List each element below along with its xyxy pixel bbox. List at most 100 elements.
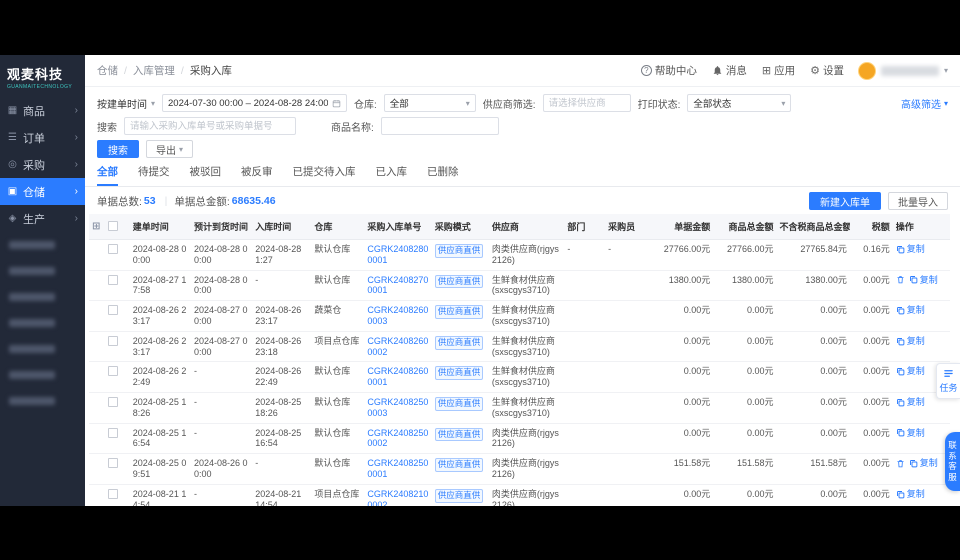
- batch-import-button[interactable]: 批量导入: [888, 192, 948, 210]
- row-checkbox[interactable]: [105, 423, 129, 454]
- cell-order-no[interactable]: CGRK24082500001: [364, 454, 431, 485]
- cell-department: [564, 484, 605, 506]
- task-widget[interactable]: 任务: [936, 363, 960, 399]
- copy-button[interactable]: 复制: [896, 305, 925, 316]
- search-button[interactable]: 搜索: [97, 140, 139, 158]
- sidebar-item-goods[interactable]: ▦商品›: [0, 97, 85, 124]
- row-checkbox[interactable]: [105, 392, 129, 423]
- delete-button[interactable]: [896, 459, 905, 468]
- time-type-select[interactable]: 按建单时间 ▾: [97, 96, 155, 111]
- cell-order-no[interactable]: CGRK24082800001: [364, 240, 431, 271]
- print-status-value: 全部状态: [693, 96, 731, 110]
- warehouse-value: 全部: [390, 96, 409, 110]
- sidebar-item-redacted[interactable]: [0, 258, 85, 284]
- copy-button[interactable]: 复制: [909, 458, 938, 469]
- cell-order-no[interactable]: CGRK24082500003: [364, 392, 431, 423]
- table-row: 2024-08-28 00:002024-08-28 00:002024-08-…: [89, 240, 950, 271]
- sidebar-item-redacted[interactable]: [0, 232, 85, 258]
- copy-button[interactable]: 复制: [896, 244, 925, 255]
- sidebar-item-purchase[interactable]: ◎采购›: [0, 151, 85, 178]
- advanced-filter-button[interactable]: 高级筛选 ▾: [901, 96, 948, 111]
- cell-supplier: 肉类供应商(rjgys2126): [489, 240, 564, 271]
- contact-service-widget[interactable]: 联系客服: [945, 432, 960, 491]
- product-name-input[interactable]: [381, 117, 499, 135]
- create-inbound-button[interactable]: 新建入库单: [809, 192, 881, 210]
- select-all-checkbox[interactable]: [105, 214, 129, 240]
- print-status-select[interactable]: 全部状态 ▾: [687, 94, 791, 112]
- cell-warehouse: 项目点仓库: [311, 484, 364, 506]
- copy-button[interactable]: 复制: [896, 397, 925, 408]
- advanced-filter-label: 高级筛选: [901, 96, 941, 111]
- copy-button[interactable]: 复制: [909, 275, 938, 286]
- warehouse-select[interactable]: 全部 ▾: [384, 94, 476, 112]
- table-container: ⊞建单时间预计到货时间入库时间仓库采购入库单号采购模式供应商部门采购员单据金额商…: [85, 214, 960, 506]
- sidebar-item-redacted[interactable]: [0, 362, 85, 388]
- sidebar-item-redacted[interactable]: [0, 336, 85, 362]
- cell-supplier: 肉类供应商(rjgys2126): [489, 484, 564, 506]
- cell-doc-amount: 0.00元: [652, 301, 713, 332]
- contact-service-label: 联系客服: [948, 440, 957, 482]
- tab-2[interactable]: 被驳回: [190, 164, 222, 186]
- supplier-filter-input[interactable]: [543, 94, 631, 112]
- row-config-cell: [89, 270, 105, 301]
- top-action-message[interactable]: 消息: [712, 63, 747, 78]
- sidebar-item-redacted[interactable]: [0, 388, 85, 414]
- tab-4[interactable]: 已提交待入库: [293, 164, 356, 186]
- column-config-icon[interactable]: ⊞: [89, 214, 105, 240]
- row-checkbox[interactable]: [105, 270, 129, 301]
- cell-order-no[interactable]: CGRK24082500002: [364, 423, 431, 454]
- row-checkbox[interactable]: [105, 301, 129, 332]
- copy-button[interactable]: 复制: [896, 336, 925, 347]
- sidebar-item-warehouse[interactable]: ▣仓储›: [0, 178, 85, 205]
- table-row: 2024-08-25 16:54-2024-08-25 16:54默认仓库CGR…: [89, 423, 950, 454]
- breadcrumb-item[interactable]: 仓储: [97, 63, 118, 78]
- user-menu[interactable]: ▾: [858, 62, 948, 80]
- row-checkbox[interactable]: [105, 454, 129, 485]
- sidebar-item-redacted[interactable]: [0, 284, 85, 310]
- top-action-settings[interactable]: ⚙设置: [810, 63, 844, 78]
- row-checkbox[interactable]: [105, 362, 129, 393]
- cell-tax: 0.00元: [850, 423, 893, 454]
- sidebar-item-label: 商品: [23, 103, 45, 119]
- redacted-label: [9, 397, 55, 405]
- breadcrumb-item[interactable]: 采购入库: [190, 63, 232, 78]
- logo: 观麦科技 GUANMAITECHNOLOGY: [0, 55, 85, 97]
- cell-order-no[interactable]: CGRK24082600001: [364, 362, 431, 393]
- top-action-help[interactable]: ?帮助中心: [641, 63, 697, 78]
- cell-order-no[interactable]: CGRK24082100002: [364, 484, 431, 506]
- top-action-apps[interactable]: ⊞应用: [762, 63, 795, 78]
- sidebar-item-redacted[interactable]: [0, 310, 85, 336]
- cell-order-no[interactable]: CGRK24082700001: [364, 270, 431, 301]
- tab-3[interactable]: 被反审: [241, 164, 273, 186]
- cell-supplier: 生鲜食材供应商(sxscgys3710): [489, 301, 564, 332]
- tab-5[interactable]: 已入库: [376, 164, 408, 186]
- date-range-input[interactable]: 2024-07-30 00:00 – 2024-08-28 24:00: [162, 94, 347, 112]
- copy-button[interactable]: 复制: [896, 366, 925, 377]
- row-checkbox[interactable]: [105, 331, 129, 362]
- cell-expected-time: 2024-08-27 00:00: [191, 331, 252, 362]
- sidebar-item-production[interactable]: ◈生产›: [0, 205, 85, 232]
- tab-0[interactable]: 全部: [97, 164, 118, 186]
- cell-expected-time: 2024-08-27 00:00: [191, 301, 252, 332]
- search-label: 搜索: [97, 119, 117, 134]
- cell-order-no[interactable]: CGRK24082600002: [364, 331, 431, 362]
- tab-1[interactable]: 待提交: [138, 164, 170, 186]
- breadcrumb-item[interactable]: 入库管理: [133, 63, 175, 78]
- delete-button[interactable]: [896, 275, 905, 284]
- row-checkbox[interactable]: [105, 240, 129, 271]
- filter-panel: 按建单时间 ▾ 2024-07-30 00:00 – 2024-08-28 24…: [85, 87, 960, 165]
- row-checkbox[interactable]: [105, 484, 129, 506]
- copy-button[interactable]: 复制: [896, 489, 925, 500]
- cell-order-no[interactable]: CGRK24082600003: [364, 301, 431, 332]
- breadcrumb-separator: /: [124, 65, 127, 77]
- copy-button[interactable]: 复制: [896, 428, 925, 439]
- tab-6[interactable]: 已删除: [427, 164, 459, 186]
- purchase-icon: ◎: [7, 159, 18, 170]
- export-button[interactable]: 导出 ▾: [146, 140, 193, 158]
- search-input[interactable]: [124, 117, 296, 135]
- cell-created-time: 2024-08-27 17:58: [130, 270, 191, 301]
- sidebar-item-orders[interactable]: ☰订单›: [0, 124, 85, 151]
- cell-operations: 复制: [893, 270, 950, 301]
- table-row: 2024-08-26 23:172024-08-27 00:002024-08-…: [89, 301, 950, 332]
- summary-row: 单据总数: 53 | 单据总金额: 68635.46 新建入库单 批量导入: [85, 187, 960, 214]
